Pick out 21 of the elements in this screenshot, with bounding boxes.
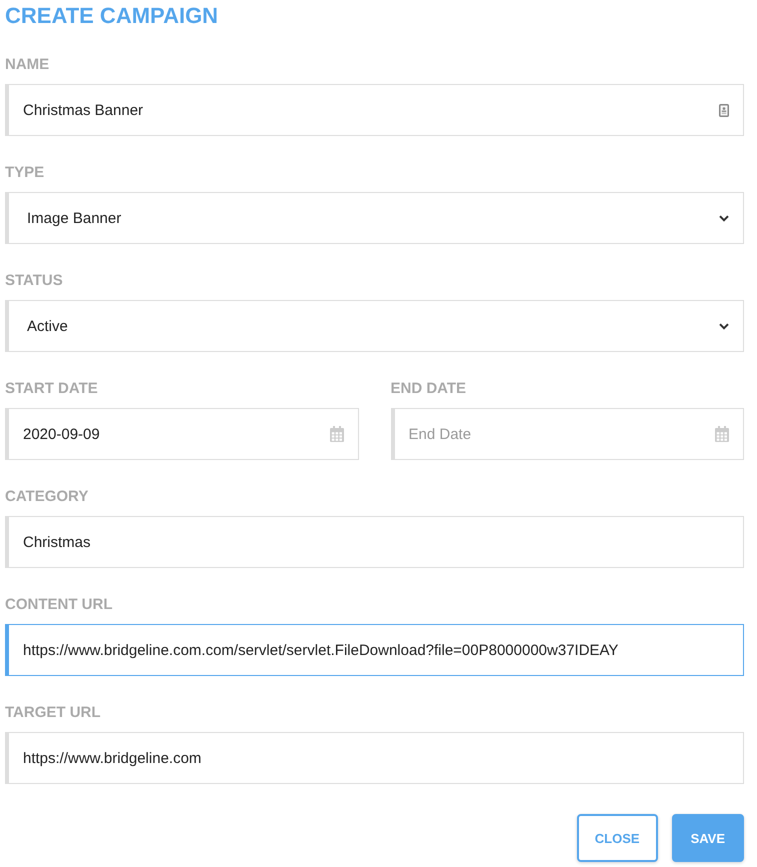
field-label: TARGET URL: [5, 704, 101, 722]
text-field[interactable]: https://www.bridgeline.com.com/servlet/servlet.FileDownload?file=00P8000000w37IDEAY: [5, 624, 744, 676]
field-label: END DATE: [390, 380, 466, 398]
field-label: STATUS: [5, 272, 63, 290]
field-label: NAME: [5, 56, 50, 74]
select-field[interactable]: Active: [5, 300, 744, 352]
text-field[interactable]: https://www.bridgeline.com: [5, 732, 744, 784]
text-field[interactable]: Christmas Banner: [5, 84, 744, 136]
calendar-icon[interactable]: [715, 426, 729, 442]
page-title: CREATE CAMPAIGN: [5, 2, 218, 30]
date-field[interactable]: 2020-09-09: [5, 408, 358, 460]
chevron-down-icon: [719, 214, 729, 222]
field-label: START DATE: [5, 380, 98, 398]
contact-card-icon[interactable]: [719, 104, 729, 116]
select-field[interactable]: Image Banner: [5, 192, 744, 244]
field-label: CONTENT URL: [5, 596, 112, 614]
text-field[interactable]: Christmas: [5, 516, 744, 568]
field-label: CATEGORY: [5, 488, 88, 506]
calendar-icon[interactable]: [330, 426, 344, 442]
field-label: TYPE: [5, 164, 44, 182]
chevron-down-icon: [719, 322, 729, 330]
